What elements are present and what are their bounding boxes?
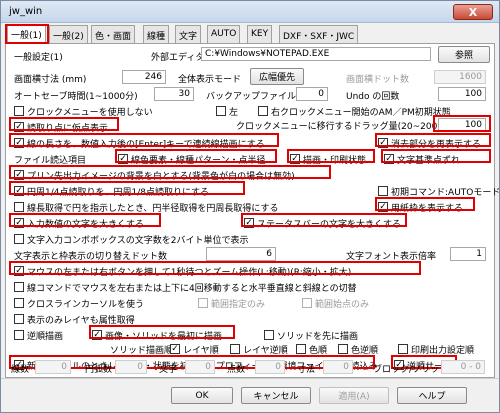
- highlight-mouse-zoom: [9, 261, 421, 275]
- text-count-label: 文字: [159, 365, 178, 375]
- checkbox-box: [14, 330, 24, 340]
- checkbox-box: [14, 298, 24, 308]
- drag-limit-label: クロックメニューに移行するドラッグ量(20~200): [236, 122, 441, 132]
- autosave-field[interactable]: 30: [154, 87, 194, 101]
- undo-field[interactable]: 100: [438, 87, 486, 101]
- highlight-tab: [5, 24, 49, 44]
- highlight-draw-print: [287, 149, 375, 163]
- line-count-value: 0: [35, 360, 71, 374]
- highlight-read-point: [9, 117, 119, 131]
- init-cmd-checkbox[interactable]: 初期コマンド:AUTOモード: [378, 185, 500, 198]
- screen-width-label: 画面横寸法 (mm): [14, 75, 87, 85]
- checkbox-box: [14, 106, 24, 116]
- title-bar: jw_win X: [1, 1, 499, 23]
- highlight-circle-point: [9, 181, 245, 195]
- font-ratio-field[interactable]: 1: [450, 247, 486, 261]
- apply-button: 適用(A): [319, 387, 389, 404]
- circle-extend-checkbox[interactable]: 線長取得で円を指示したとき、円半径取得を円周長取得にする: [14, 201, 278, 214]
- checkbox-box: [264, 330, 274, 340]
- text-switch-dots-field[interactable]: 6: [206, 247, 276, 261]
- layer-attr-checkbox[interactable]: 表示のみレイヤも属性取得: [14, 313, 135, 326]
- checkbox-box: [14, 314, 24, 324]
- checkbox-box: [14, 282, 24, 292]
- backup-field[interactable]: 0: [296, 87, 328, 101]
- footer-separator: [1, 378, 499, 379]
- checkbox-box: [216, 106, 226, 116]
- tab-text[interactable]: 文字: [175, 25, 202, 43]
- editor-path-field[interactable]: C:¥Windows¥NOTEPAD.EXE: [201, 47, 431, 61]
- checkbox-box: [258, 106, 268, 116]
- highlight-erase: [375, 133, 491, 147]
- tab-dxf[interactable]: DXF・SXF・JWC: [279, 25, 359, 43]
- cancel-button[interactable]: キャンセル: [241, 387, 311, 404]
- tab-auto[interactable]: AUTO: [207, 25, 241, 43]
- checkbox-box: [302, 298, 312, 308]
- range-specify-checkbox: 範囲指定のみ: [198, 297, 265, 310]
- tab-color-screen[interactable]: 色・画面: [91, 25, 136, 43]
- backup-label: バックアップファイル数: [206, 92, 306, 102]
- autosave-label: オートセーブ時間(1~1000分): [14, 92, 138, 102]
- screen-dots-label: 画面横ドット数: [346, 75, 410, 85]
- checkbox-box: [14, 234, 24, 244]
- undo-label: Undo の回数: [346, 92, 400, 102]
- clock-menu-checkbox[interactable]: クロックメニューを使用しない: [14, 105, 153, 118]
- window-title: jw_win: [9, 6, 43, 17]
- combobox-width-checkbox[interactable]: 文字入力コンボボックスの文字数を2バイト単位で表示: [14, 233, 248, 246]
- color-order-checkbox[interactable]: 色順: [296, 343, 327, 356]
- tab-line-type[interactable]: 線種: [143, 25, 170, 43]
- highlight-print-bg: [9, 165, 331, 179]
- crosshair-checkbox[interactable]: クロスラインカーソルを使う: [14, 297, 144, 310]
- help-button[interactable]: ヘルプ: [397, 387, 467, 404]
- reverse-draw-checkbox[interactable]: 逆順描画: [14, 329, 63, 342]
- checkbox-box: [398, 344, 408, 354]
- tab-strip: 一般(1) 一般(2) 色・画面 線種 文字 AUTO KEY DXF・SXF・…: [5, 24, 495, 44]
- settings-window: jw_win X 一般(1) 一般(2) 色・画面 線種 文字 AUTO KEY…: [0, 0, 500, 413]
- arc-count-label: 円弧数: [85, 365, 113, 375]
- checkbox-box: [378, 186, 388, 196]
- full-view-mode-button[interactable]: 広幅優先: [250, 68, 304, 85]
- checkbox-box: [14, 202, 24, 212]
- point-count-label: 点数: [227, 365, 246, 375]
- highlight-continuous-line: [9, 133, 279, 147]
- checkbox-box: [296, 344, 306, 354]
- section-label: 一般設定(1): [14, 53, 63, 63]
- screen-width-field[interactable]: 246: [122, 70, 166, 84]
- text-count-value: 0: [185, 360, 215, 374]
- highlight-input-text: [9, 213, 161, 227]
- checkbox-box: [230, 344, 240, 354]
- highlight-line-color: [115, 149, 277, 163]
- layer-reverse-checkbox[interactable]: レイヤ逆順: [230, 343, 288, 356]
- print-order-checkbox[interactable]: 印刷出力設定順: [398, 343, 474, 356]
- range-end-checkbox: 範囲始点のみ: [302, 297, 369, 310]
- solid-first-checkbox[interactable]: ソリッドを先に描画: [264, 329, 358, 342]
- point-count-value: 0: [255, 360, 285, 374]
- block-count-label: ブロック/ソリッド: [373, 365, 449, 375]
- right-clock-checkbox[interactable]: 右クロックメニュー開始のAM／PM初期状態: [258, 105, 451, 118]
- block-count-value: 0 - 0: [441, 360, 485, 374]
- color-reverse-checkbox[interactable]: 色逆順: [338, 343, 378, 356]
- layer-order-checkbox[interactable]: ✓ レイヤ順: [170, 343, 219, 356]
- highlight-image-solid: [89, 325, 235, 339]
- full-view-mode-label: 全体表示モード: [178, 75, 242, 85]
- checkbox-box: ✓: [170, 344, 180, 354]
- wheel-switch-checkbox[interactable]: 線コマンドでマウスを左右または上下に4回移動すると水平垂直線と斜線との切替: [14, 281, 357, 294]
- checkbox-box: [338, 344, 348, 354]
- line-count-label: 線数: [11, 365, 30, 375]
- browse-button[interactable]: 参照: [438, 46, 490, 63]
- highlight-status-bar: [241, 213, 407, 227]
- close-button[interactable]: X: [453, 4, 493, 20]
- tab-general-2[interactable]: 一般(2): [49, 25, 88, 43]
- highlight-paper-frame: [375, 197, 475, 211]
- left-checkbox[interactable]: 左: [216, 105, 238, 118]
- tab-key[interactable]: KEY: [247, 25, 273, 43]
- checkbox-box: [198, 298, 208, 308]
- ok-button[interactable]: OK: [171, 387, 233, 404]
- dim-count-label: 寸法: [297, 365, 316, 375]
- arc-count-value: 0: [115, 360, 147, 374]
- screen-dots-field: 1600: [434, 70, 486, 84]
- editor-label: 外部エディタ: [151, 53, 205, 63]
- highlight-text-baseline: [381, 149, 491, 163]
- dim-count-value: 0: [323, 360, 353, 374]
- highlight-drag-limit: [433, 115, 491, 132]
